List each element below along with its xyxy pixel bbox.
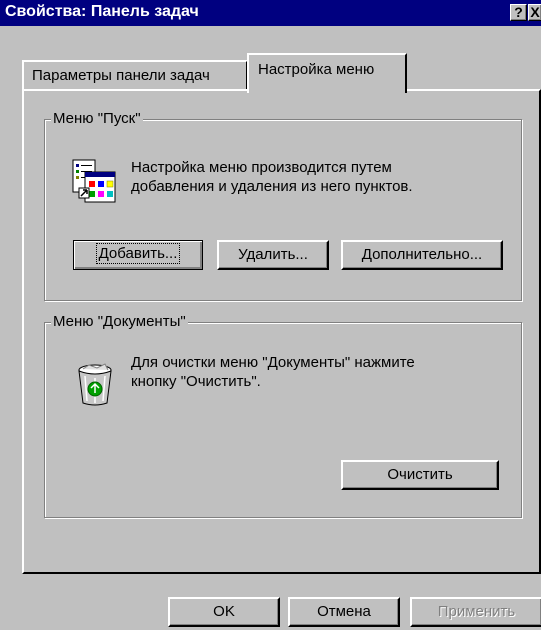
add-button[interactable]: Добавить... xyxy=(73,240,203,270)
tab-taskbar-options[interactable]: Параметры панели задач xyxy=(22,60,248,90)
menu-settings-panel: Меню "Пуск" Настройка меню производится … xyxy=(22,89,541,574)
clear-button[interactable]: Очистить xyxy=(341,460,499,490)
apply-button-label: Применить xyxy=(437,603,516,620)
ok-button[interactable]: OK xyxy=(168,597,280,627)
advanced-button[interactable]: Дополнительно... xyxy=(341,240,503,270)
cancel-button[interactable]: Отмена xyxy=(288,597,400,627)
documents-menu-description: Для очистки меню "Документы" нажмите кно… xyxy=(131,353,415,391)
tab-menu-settings[interactable]: Настройка меню xyxy=(247,53,407,93)
documents-menu-description-line2: кнопку "Очистить". xyxy=(131,373,261,390)
tab-menu-settings-label: Настройка меню xyxy=(258,61,375,78)
documents-menu-group: Меню "Документы" Для очистки меню "Докум… xyxy=(44,313,522,518)
documents-menu-legend: Меню "Документы" xyxy=(51,313,188,330)
remove-button[interactable]: Удалить... xyxy=(217,240,329,270)
advanced-button-label: Дополнительно... xyxy=(361,246,483,263)
apply-button[interactable]: Применить xyxy=(410,597,541,627)
tab-taskbar-options-label: Параметры панели задач xyxy=(32,67,210,84)
start-menu-description: Настройка меню производится путем добавл… xyxy=(131,158,413,196)
window-title: Свойства: Панель задач xyxy=(5,3,199,20)
start-menu-description-line1: Настройка меню производится путем xyxy=(131,159,392,176)
start-menu-legend: Меню "Пуск" xyxy=(51,110,143,127)
remove-button-label: Удалить... xyxy=(238,246,308,263)
recycle-bin-icon xyxy=(78,363,112,406)
add-button-label: Добавить... xyxy=(95,243,181,264)
start-menu-settings-icon xyxy=(72,159,116,203)
start-menu-description-line2: добавления и удаления из него пунктов. xyxy=(131,178,413,195)
taskbar-properties-dialog: Свойства: Панель задач ? X Параметры пан… xyxy=(0,0,541,630)
clear-button-label: Очистить xyxy=(387,466,453,483)
start-menu-group: Меню "Пуск" Настройка меню производится … xyxy=(44,110,522,301)
ok-button-label: OK xyxy=(213,603,235,620)
help-button[interactable]: ? xyxy=(510,4,527,21)
documents-menu-description-line1: Для очистки меню "Документы" нажмите xyxy=(131,354,415,371)
title-bar[interactable]: Свойства: Панель задач ? X xyxy=(0,0,541,26)
close-button[interactable]: X xyxy=(528,4,541,21)
cancel-button-label: Отмена xyxy=(317,603,371,620)
